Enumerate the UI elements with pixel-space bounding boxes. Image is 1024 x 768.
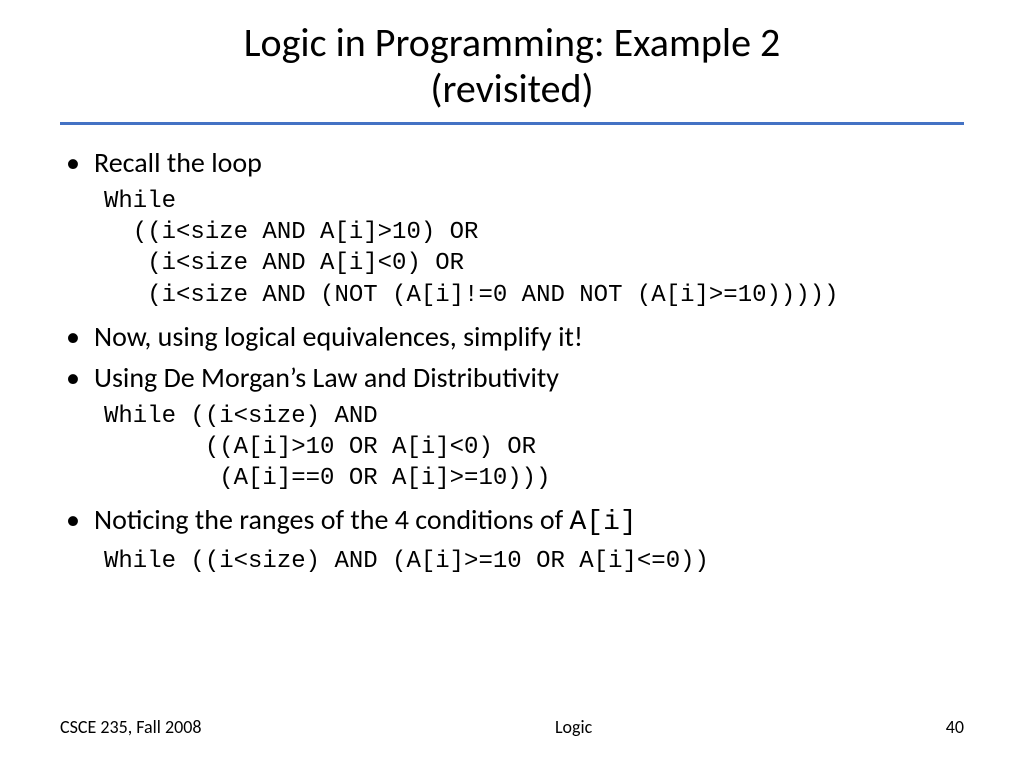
slide: Logic in Programming: Example 2 (revisit… — [0, 0, 1024, 768]
bullet-simplify: Now, using logical equivalences, simplif… — [70, 319, 964, 354]
footer-right: 40 — [946, 716, 964, 738]
slide-title: Logic in Programming: Example 2 (revisit… — [60, 20, 964, 112]
footer: CSCE 235, Fall 2008 Logic 40 — [0, 716, 1024, 738]
footer-center: Logic — [555, 716, 592, 738]
content-list: Recall the loop While ((i<size AND A[i]>… — [60, 145, 964, 578]
code-block-3: While ((i<size) AND (A[i]>=10 OR A[i]<=0… — [104, 546, 964, 577]
bullet-demorgan: Using De Morgan’s Law and Distributivity — [70, 360, 964, 395]
bullet-ranges: Noticing the ranges of the 4 conditions … — [70, 502, 964, 540]
bullet-ranges-text: Noticing the ranges of the 4 conditions … — [94, 502, 569, 537]
title-rule — [60, 122, 964, 125]
code-block-1: While ((i<size AND A[i]>10) OR (i<size A… — [104, 186, 964, 311]
footer-left: CSCE 235, Fall 2008 — [60, 716, 202, 738]
code-block-2: While ((i<size) AND ((A[i]>10 OR A[i]<0)… — [104, 401, 964, 495]
title-line-2: (revisited) — [430, 64, 593, 113]
title-line-1: Logic in Programming: Example 2 — [244, 18, 781, 67]
bullet-recall: Recall the loop — [70, 145, 964, 180]
bullet-ranges-code: A[i] — [569, 507, 636, 538]
